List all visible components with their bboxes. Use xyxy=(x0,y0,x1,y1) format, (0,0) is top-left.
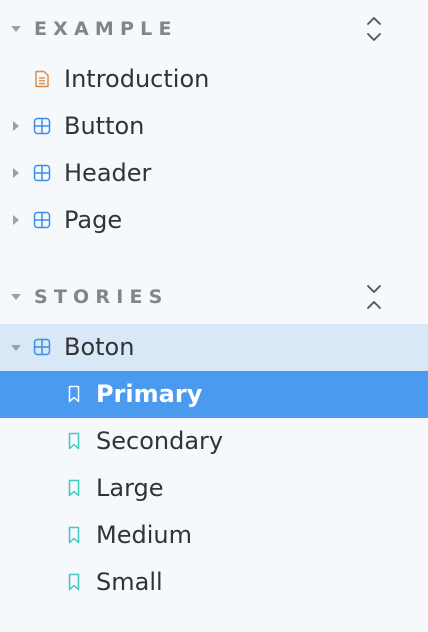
document-icon xyxy=(33,70,51,88)
caret-down-icon xyxy=(11,26,21,32)
bookmark-icon xyxy=(65,573,83,591)
story-item-label: Primary xyxy=(96,380,203,408)
component-icon xyxy=(33,211,51,229)
sidebar: EXAMPLE Introduction Button Header Page … xyxy=(0,0,428,632)
tree-item-label: Boton xyxy=(64,333,135,361)
story-item-label: Secondary xyxy=(96,427,224,455)
story-item-medium[interactable]: Medium xyxy=(0,512,428,559)
story-item-label: Large xyxy=(96,474,164,502)
section-header-stories[interactable]: STORIES xyxy=(0,280,428,314)
expand-all-icon[interactable] xyxy=(362,14,386,44)
tree-item-label: Header xyxy=(64,159,152,187)
tree-item-label: Page xyxy=(64,206,123,234)
story-item-label: Medium xyxy=(96,521,192,549)
tree-item-header[interactable]: Header xyxy=(0,150,428,197)
caret-right-icon xyxy=(13,121,19,131)
bookmark-icon xyxy=(65,385,83,403)
bookmark-icon xyxy=(65,526,83,544)
tree-item-boton[interactable]: Boton xyxy=(0,324,428,371)
story-item-primary[interactable]: Primary xyxy=(0,371,428,418)
story-item-large[interactable]: Large xyxy=(0,465,428,512)
bookmark-icon xyxy=(65,479,83,497)
story-item-secondary[interactable]: Secondary xyxy=(0,418,428,465)
component-icon xyxy=(33,338,51,356)
tree-item-introduction[interactable]: Introduction xyxy=(0,56,428,103)
section-title-example: EXAMPLE xyxy=(34,18,178,40)
section-title-stories: STORIES xyxy=(34,286,169,308)
story-item-label: Small xyxy=(96,568,163,596)
section-header-example[interactable]: EXAMPLE xyxy=(0,12,428,46)
caret-down-icon xyxy=(11,345,21,351)
tree-item-label: Introduction xyxy=(64,65,210,93)
caret-right-icon xyxy=(13,168,19,178)
collapse-all-icon[interactable] xyxy=(362,282,386,312)
story-item-small[interactable]: Small xyxy=(0,559,428,606)
component-icon xyxy=(33,117,51,135)
caret-down-icon xyxy=(11,294,21,300)
caret-right-icon xyxy=(13,215,19,225)
tree-item-label: Button xyxy=(64,112,145,140)
component-icon xyxy=(33,164,51,182)
bookmark-icon xyxy=(65,432,83,450)
tree-item-button[interactable]: Button xyxy=(0,103,428,150)
tree-item-page[interactable]: Page xyxy=(0,197,428,244)
